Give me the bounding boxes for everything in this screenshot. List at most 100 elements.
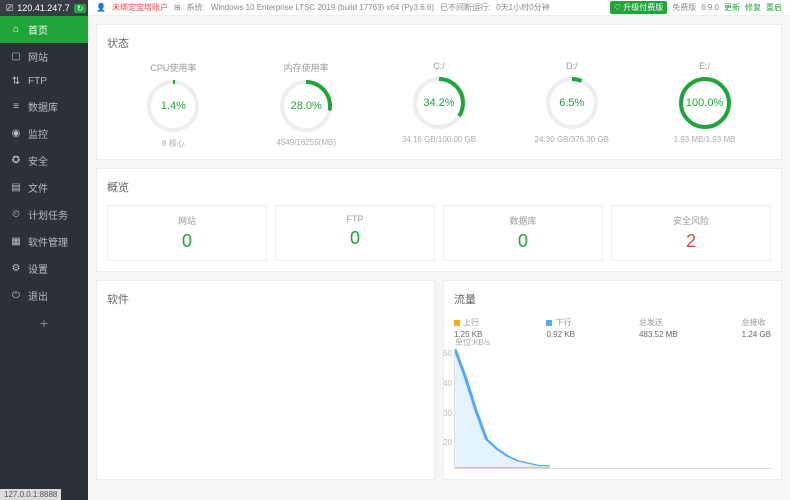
gauge[interactable]: C:/34.2%34.16 GB/100.00 GB	[389, 61, 489, 149]
gauge[interactable]: D:/ 6.5% 24.30 GB/376.30 GB	[522, 61, 622, 149]
overview-value: 0	[280, 228, 430, 249]
nav-icon: ▦	[10, 236, 22, 247]
nav-label: 网站	[28, 49, 48, 64]
sidebar-item-2[interactable]: ⇅ FTP	[0, 70, 88, 93]
up-label: 上行	[463, 317, 479, 328]
software-title: 软件	[107, 291, 424, 307]
sidebar-item-10[interactable]: ⏻ 退出	[0, 282, 88, 309]
gauge[interactable]: 内存使用率 28.0% 4549/16255(MB)	[256, 61, 356, 149]
chart-ylabel: 单位:KB/s	[455, 337, 490, 348]
restart-link[interactable]: 重启	[766, 2, 782, 13]
nav-icon: ▤	[10, 182, 22, 193]
nav-icon: ⌂	[10, 24, 22, 35]
gauge-label: C:/	[389, 61, 489, 71]
nav-icon: ⚙	[10, 263, 22, 274]
nav-icon: ⏲	[10, 209, 22, 220]
repair-link[interactable]: 修复	[745, 2, 761, 13]
gauge-percent: 6.5%	[559, 97, 584, 109]
sidebar-item-9[interactable]: ⚙ 设置	[0, 255, 88, 282]
nav-icon: ≡	[10, 101, 22, 112]
gauge-label: D:/	[522, 61, 622, 71]
sidebar-item-5[interactable]: ✪ 安全	[0, 147, 88, 174]
overview-card[interactable]: 安全风险 2	[611, 205, 771, 261]
nav-label: 监控	[28, 126, 48, 141]
overview-value: 0	[448, 231, 598, 252]
gauge[interactable]: CPU使用率1.4%8 核心	[123, 61, 223, 149]
version-label: 6.9.0	[701, 3, 719, 12]
up-dot-icon	[454, 320, 460, 326]
system-label: 系统:	[187, 2, 205, 13]
nav-label: 设置	[28, 261, 48, 276]
gauge-sub: 4549/16255(MB)	[256, 138, 356, 147]
recv-label: 总接收	[742, 317, 766, 328]
overview-label: 安全风险	[616, 214, 766, 227]
windows-icon: ⊞	[174, 3, 181, 12]
chart-tick: 40	[437, 379, 452, 388]
traffic-title: 流量	[454, 291, 771, 307]
chart-tick: 30	[437, 409, 452, 418]
overview-value: 0	[112, 231, 262, 252]
gauge-sub: 1.93 MB/1.93 MB	[655, 135, 755, 144]
down-dot-icon	[546, 320, 552, 326]
update-badge[interactable]: ↻	[74, 4, 87, 13]
sidebar-item-6[interactable]: ▤ 文件	[0, 174, 88, 201]
overview-card[interactable]: 网站 0	[107, 205, 267, 261]
overview-card[interactable]: 数据库 0	[443, 205, 603, 261]
nav-icon: ⏻	[10, 290, 22, 301]
software-panel: 软件	[96, 280, 435, 480]
sent-label: 总发送	[639, 317, 663, 328]
nav-label: FTP	[28, 76, 47, 87]
gauge[interactable]: E:/ 100.0% 1.93 MB/1.93 MB	[655, 61, 755, 149]
topbar: 👤 未绑定宝塔账户 ⊞ 系统: Windows 10 Enterprise LT…	[88, 0, 790, 16]
system-info: Windows 10 Enterprise LTSC 2019 (build 1…	[211, 3, 434, 12]
overview-card[interactable]: FTP 0	[275, 205, 435, 261]
down-label: 下行	[555, 317, 571, 328]
overview-value: 2	[616, 231, 766, 252]
sidebar-item-0[interactable]: ⌂首页	[0, 16, 88, 43]
overview-label: FTP	[280, 214, 430, 224]
upgrade-button[interactable]: ♡ 升级付费版	[610, 1, 667, 14]
sidebar-add[interactable]: +	[0, 309, 88, 337]
gauge-label: CPU使用率	[123, 61, 223, 74]
status-panel: 状态 CPU使用率1.4%8 核心内存使用率28.0%4549/16255(MB…	[96, 24, 782, 160]
gauge-percent: 1.4%	[161, 100, 186, 112]
gauge-percent: 100.0%	[686, 97, 723, 109]
nav-label: 退出	[28, 288, 48, 303]
server-icon: ⎚	[6, 3, 13, 14]
uptime-value: 0天1小时0分钟	[496, 2, 549, 13]
unbind-warning[interactable]: 未绑定宝塔账户	[112, 2, 168, 13]
nav-label: 软件管理	[28, 234, 68, 249]
status-bar: 127.0.0.1:8888	[0, 489, 61, 500]
sidebar: ⎚ 120.41.247.7 ↻ ⌂首页▢网站 ⇅ FTP ≡ 数据库 ◉ 监控 ✪ 安全 ▤ 文件…	[0, 0, 88, 500]
overview-label: 数据库	[448, 214, 598, 227]
sidebar-item-3[interactable]: ≡ 数据库	[0, 93, 88, 120]
gauge-sub: 24.30 GB/376.30 GB	[522, 135, 622, 144]
gauge-label: E:/	[655, 61, 755, 71]
overview-label: 网站	[112, 214, 262, 227]
gauge-percent: 28.0%	[291, 100, 322, 112]
sidebar-header: ⎚ 120.41.247.7 ↻	[0, 0, 88, 16]
nav-icon: ◉	[10, 128, 22, 139]
sidebar-item-4[interactable]: ◉ 监控	[0, 120, 88, 147]
down-value: 0.92 KB	[546, 330, 574, 339]
sidebar-item-1[interactable]: ▢网站	[0, 43, 88, 70]
nav-label: 安全	[28, 153, 48, 168]
traffic-panel: 流量 上行 1.25 KB 下行 0.92 KB 总发送 483.52 MB	[443, 280, 782, 480]
sidebar-item-8[interactable]: ▦ 软件管理	[0, 228, 88, 255]
nav-label: 文件	[28, 180, 48, 195]
gauge-label: 内存使用率	[256, 61, 356, 74]
gauge-percent: 34.2%	[423, 97, 454, 109]
nav-icon: ✪	[10, 155, 22, 166]
chart-tick: 20	[437, 438, 452, 447]
sidebar-item-7[interactable]: ⏲计划任务	[0, 201, 88, 228]
update-link[interactable]: 更新	[724, 2, 740, 13]
overview-panel: 概览 网站 0 FTP 0 数据库 0 安全风险 2	[96, 168, 782, 272]
status-title: 状态	[107, 35, 771, 51]
server-ip: 120.41.247.7	[17, 3, 70, 13]
overview-title: 概览	[107, 179, 771, 195]
user-icon: 👤	[96, 3, 106, 12]
nav-icon: ⇅	[10, 76, 22, 87]
uptime-label: 已不间断运行:	[440, 2, 490, 13]
sent-value: 483.52 MB	[639, 330, 678, 339]
nav-label: 数据库	[28, 99, 58, 114]
